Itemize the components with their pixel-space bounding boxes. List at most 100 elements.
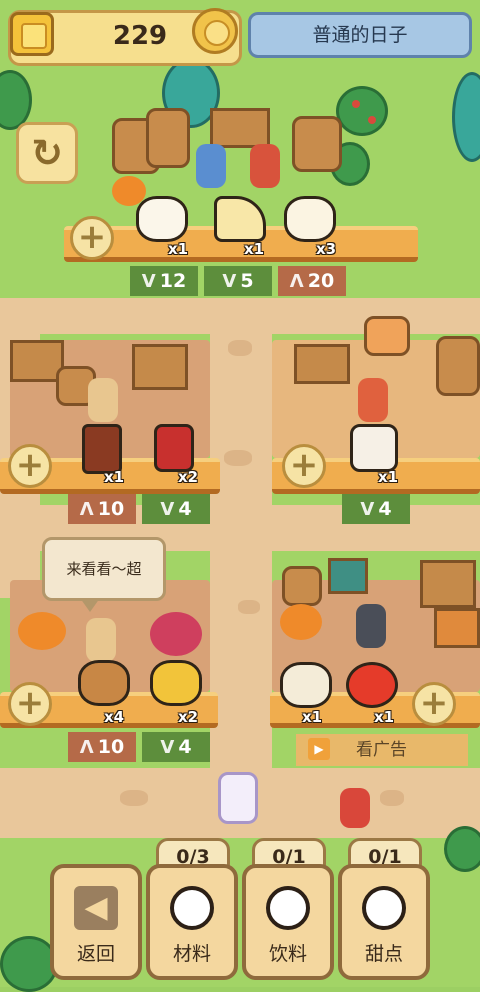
barrel (146, 108, 190, 168)
item-quantity: x1 (168, 240, 189, 258)
stat-value: 4 (178, 736, 192, 758)
item-quantity: x2 (178, 468, 199, 486)
barrel (436, 336, 480, 396)
path-stone (238, 600, 260, 614)
egg-icon[interactable] (136, 196, 188, 242)
speech-bubble-tail (80, 598, 100, 612)
v-icon: V (141, 271, 156, 292)
drinks-label: 饮料 (268, 943, 307, 965)
shopkeeper-character (86, 618, 116, 662)
soy-sauce-bottle-icon[interactable] (82, 424, 122, 474)
back-button[interactable]: ◀ 返回 (50, 864, 142, 980)
customer-character (340, 788, 370, 828)
stat-value: 10 (97, 736, 125, 758)
radish (150, 612, 202, 656)
a-icon: Λ (289, 271, 304, 292)
stat-badge: V4 (142, 494, 210, 524)
v-icon: V (222, 271, 237, 292)
lemon-icon[interactable] (150, 660, 202, 706)
crate (328, 558, 368, 594)
jam-jar-icon[interactable] (154, 424, 194, 472)
stat-badge: V 12 (130, 266, 198, 296)
add-item-button[interactable]: + (412, 682, 456, 726)
dirt-path (210, 298, 272, 838)
pumpkin (280, 604, 322, 640)
desserts-tab[interactable]: 甜点 (338, 864, 430, 980)
carrots (18, 612, 66, 650)
add-item-button[interactable]: + (282, 444, 326, 488)
desserts-label: 甜点 (364, 943, 403, 965)
add-item-button[interactable]: + (8, 444, 52, 488)
refresh-button[interactable]: ↻ (16, 122, 78, 184)
drinks-tab[interactable]: 饮料 (242, 864, 334, 980)
stat-value: 10 (97, 498, 125, 520)
coffee-cup-icon[interactable] (284, 196, 336, 242)
stat-badge: V5 (204, 266, 272, 296)
stat-badge: Λ 10 (68, 732, 136, 762)
bread-basket (364, 316, 410, 356)
stat-value: 4 (378, 498, 392, 520)
candy-cane-icon[interactable] (350, 424, 398, 472)
item-quantity: x1 (302, 708, 323, 726)
ingredients-tab[interactable]: 材料 (146, 864, 238, 980)
shopkeeper-character (358, 378, 388, 422)
apple (368, 116, 376, 124)
path-stone (380, 790, 404, 806)
tomato-icon[interactable] (346, 662, 398, 708)
ingredient-bowl-icon (170, 886, 214, 930)
item-quantity: x1 (378, 468, 399, 486)
shopkeeper-character (88, 378, 118, 422)
item-quantity: x2 (178, 708, 199, 726)
apple (352, 100, 360, 108)
dessert-bowl-icon (362, 886, 406, 930)
item-quantity: x4 (104, 708, 125, 726)
item-quantity: x1 (244, 240, 265, 258)
v-icon: V (160, 499, 175, 520)
video-play-icon: ▶ (308, 738, 330, 760)
item-quantity: x3 (316, 240, 337, 258)
add-item-button[interactable]: + (70, 216, 114, 260)
fork-knife-icon: ◀ (74, 886, 118, 930)
coin-icon (10, 12, 54, 56)
add-item-button[interactable]: + (8, 682, 52, 726)
clay-pot (292, 116, 342, 172)
crate (132, 344, 188, 390)
apple-tree (336, 86, 388, 136)
white-cat-character (218, 772, 258, 824)
stat-badge: V4 (342, 494, 410, 524)
pot-icon[interactable] (280, 662, 332, 708)
stat-value: 5 (240, 270, 254, 292)
stat-value: 20 (307, 270, 335, 292)
shopkeeper-character (196, 144, 226, 188)
a-icon: Λ (79, 499, 94, 520)
crate (210, 108, 270, 148)
a-icon: Λ (79, 737, 94, 758)
coin-count: 229 (112, 21, 168, 51)
carrot-crate (434, 608, 480, 648)
bush (444, 826, 480, 872)
crate (420, 560, 476, 608)
path-stone (120, 790, 148, 806)
ingredients-label: 材料 (172, 943, 211, 965)
stat-value: 4 (178, 498, 192, 520)
gold-medal-icon[interactable] (192, 8, 238, 54)
back-label: 返回 (76, 943, 115, 965)
shopkeeper-character (250, 144, 280, 188)
v-icon: V (360, 499, 375, 520)
stat-badge: Λ 10 (68, 494, 136, 524)
bread-icon[interactable] (78, 660, 130, 706)
v-icon: V (160, 737, 175, 758)
item-quantity: x1 (374, 708, 395, 726)
speech-bubble: 来看看～超 (42, 537, 166, 601)
day-status-label: 普通的日子 (248, 12, 472, 58)
sack (294, 344, 350, 384)
stat-value: 12 (159, 270, 187, 292)
cat-shopkeeper (356, 604, 386, 648)
cup-icon (266, 886, 310, 930)
path-stone (228, 340, 252, 356)
item-quantity: x1 (104, 468, 125, 486)
path-stone (224, 450, 252, 466)
stat-badge: V4 (142, 732, 210, 762)
stat-badge: Λ 20 (278, 266, 346, 296)
refresh-icon: ↻ (31, 131, 63, 175)
